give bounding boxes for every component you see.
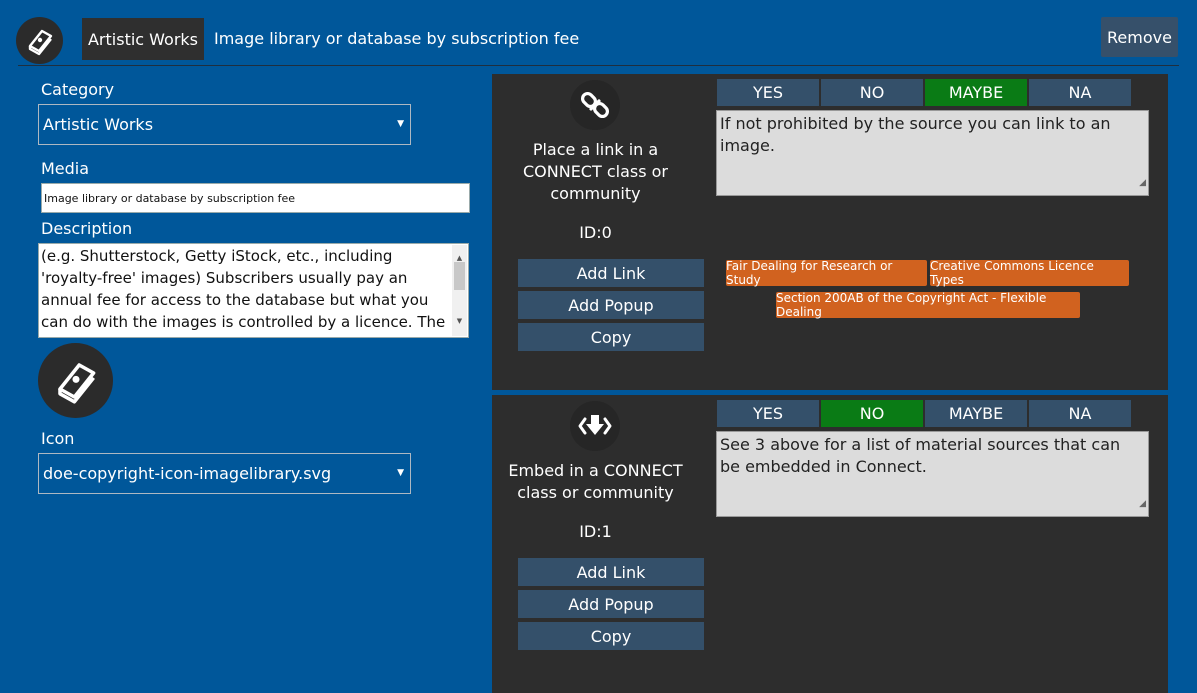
tag-creative-commons[interactable]: Creative Commons Licence Types [930, 259, 1129, 287]
panel-title: Place a link in a CONNECT class or commu… [522, 140, 668, 203]
caret-down-icon: ▼ [397, 468, 404, 478]
category-select[interactable]: Artistic Works ▼ [38, 104, 411, 145]
book-icon [16, 17, 63, 64]
embed-icon [570, 401, 620, 451]
option-na[interactable]: NA [1029, 79, 1131, 106]
media-input[interactable]: Image library or database by subscriptio… [41, 183, 470, 213]
resize-handle-icon[interactable]: ◢ [1139, 172, 1146, 194]
option-na[interactable]: NA [1029, 400, 1131, 427]
add-popup-button[interactable]: Add Popup [518, 291, 704, 319]
category-chip: Artistic Works [82, 18, 204, 60]
add-link-button[interactable]: Add Link [518, 259, 704, 287]
permission-panel-1: Embed in a CONNECT class or community ID… [492, 395, 1168, 693]
scroll-thumb[interactable] [454, 262, 465, 290]
description-scrollbar[interactable]: ▲ ▼ [452, 245, 467, 336]
copy-button[interactable]: Copy [518, 622, 704, 650]
add-popup-button[interactable]: Add Popup [518, 590, 704, 618]
media-label: Media [41, 159, 90, 178]
scroll-down-icon[interactable]: ▼ [452, 310, 467, 332]
option-maybe[interactable]: MAYBE [925, 400, 1027, 427]
icon-select[interactable]: doe-copyright-icon-imagelibrary.svg ▼ [38, 453, 411, 494]
description-textarea[interactable]: (e.g. Shutterstock, Getty iStock, etc., … [38, 243, 469, 338]
add-link-button[interactable]: Add Link [518, 558, 704, 586]
link-icon [570, 80, 620, 130]
panel-id: ID:1 [579, 522, 612, 541]
resize-handle-icon[interactable]: ◢ [1139, 493, 1146, 515]
permission-panel-0: Place a link in a CONNECT class or commu… [492, 74, 1168, 390]
icon-select-value: doe-copyright-icon-imagelibrary.svg [43, 464, 332, 483]
option-no[interactable]: NO [821, 400, 923, 427]
option-yes[interactable]: YES [717, 400, 819, 427]
option-no[interactable]: NO [821, 79, 923, 106]
comment-text: If not prohibited by the source you can … [720, 114, 1111, 155]
option-yes[interactable]: YES [717, 79, 819, 106]
caret-down-icon: ▼ [397, 119, 404, 129]
option-maybe[interactable]: MAYBE [925, 79, 1027, 106]
comment-textarea[interactable]: See 3 above for a list of material sourc… [716, 431, 1149, 517]
description-text: (e.g. Shutterstock, Getty iStock, etc., … [41, 247, 446, 337]
tag-section-200ab[interactable]: Section 200AB of the Copyright Act - Fle… [776, 291, 1080, 319]
remove-button[interactable]: Remove [1101, 17, 1178, 57]
description-label: Description [41, 219, 133, 238]
icon-label: Icon [41, 429, 75, 448]
comment-textarea[interactable]: If not prohibited by the source you can … [716, 110, 1149, 196]
panel-id: ID:0 [579, 223, 612, 242]
page-title: Image library or database by subscriptio… [214, 29, 580, 48]
copy-button[interactable]: Copy [518, 323, 704, 351]
category-label: Category [41, 80, 115, 99]
tag-fair-dealing[interactable]: Fair Dealing for Research or Study [726, 259, 927, 287]
header-divider [18, 65, 1179, 66]
panel-title: Embed in a CONNECT class or community [508, 461, 683, 502]
category-select-value: Artistic Works [43, 115, 154, 134]
comment-text: See 3 above for a list of material sourc… [720, 435, 1121, 476]
book-icon-preview [38, 343, 113, 418]
